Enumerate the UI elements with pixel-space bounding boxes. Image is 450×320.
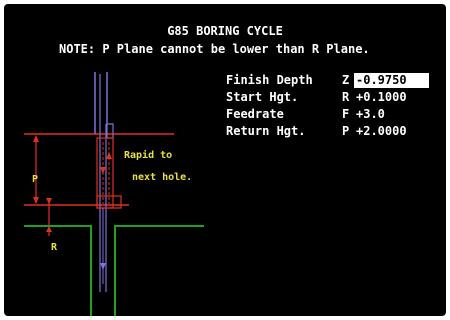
workpiece-surface-right <box>114 225 204 316</box>
param-row-start-height: Start Hgt. R +0.1000 <box>226 90 407 105</box>
feedrate-letter: F <box>342 107 350 121</box>
return-height-letter: P <box>342 124 350 138</box>
workpiece-surface <box>24 225 92 316</box>
finish-depth-label: Finish Depth <box>226 73 313 87</box>
p-arrow-top <box>33 135 39 142</box>
p-dimension-label: P <box>32 174 39 185</box>
feedrate-label: Feedrate <box>226 107 284 121</box>
feed-arrow-up <box>106 152 112 159</box>
start-height-letter: R <box>342 90 350 104</box>
feed-arrow-down <box>100 167 106 174</box>
tool-path-arrow <box>100 263 106 270</box>
param-row-feedrate: Feedrate F +3.0 <box>226 107 385 122</box>
r-arrow-down <box>46 198 52 204</box>
p-arrow-bottom <box>33 197 39 204</box>
finish-depth-input[interactable]: -0.9750 <box>354 73 429 88</box>
return-height-label: Return Hgt. <box>226 124 306 138</box>
return-height-input[interactable]: +2.0000 <box>354 124 410 139</box>
feedrate-input[interactable]: +3.0 <box>354 107 388 122</box>
cnc-screen: G85 BORING CYCLE NOTE: P Plane cannot be… <box>4 4 446 316</box>
finish-depth-letter: Z <box>342 73 350 87</box>
r-dimension-label: R <box>51 242 58 253</box>
boring-cycle-diagram <box>24 72 204 316</box>
tool-holder <box>106 123 114 139</box>
param-row-finish-depth: Finish Depth Z -0.9750 <box>226 73 429 88</box>
start-height-input[interactable]: +0.1000 <box>354 90 410 105</box>
param-row-return-height: Return Hgt. P +2.0000 <box>226 124 407 139</box>
rapid-label-line2: next hole. <box>132 172 193 183</box>
rapid-label-line1: Rapid to <box>124 150 173 161</box>
start-height-label: Start Hgt. <box>226 90 299 104</box>
